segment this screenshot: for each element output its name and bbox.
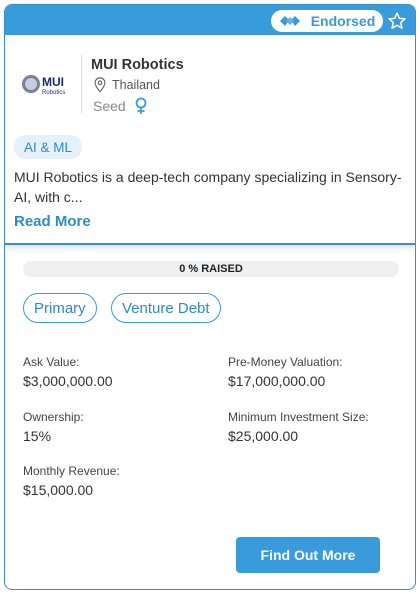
company-location: Thailand — [93, 77, 160, 93]
ownership-metric: Ownership: 15% — [23, 410, 84, 444]
company-stage: Seed — [93, 97, 148, 115]
startup-card: Endorsed MUI Robotics MUI Robotics Thail… — [4, 4, 416, 590]
read-more-link[interactable]: Read More — [14, 213, 91, 230]
endorsed-label: Endorsed — [310, 13, 376, 29]
pre-money-metric: Pre-Money Valuation: $17,000,000.00 — [228, 355, 343, 389]
svg-text:Robotics: Robotics — [42, 90, 65, 96]
company-panel: MUI Robotics MUI Robotics Thailand Seed … — [5, 35, 415, 245]
location-pin-icon — [94, 77, 106, 93]
pre-money-label: Pre-Money Valuation: — [228, 355, 343, 369]
min-investment-metric: Minimum Investment Size: $25,000.00 — [228, 410, 369, 444]
endorsed-handshake-icon — [279, 16, 300, 26]
monthly-revenue-value: $15,000.00 — [23, 482, 94, 498]
ownership-label: Ownership: — [23, 410, 84, 424]
stage-label: Seed — [93, 98, 126, 114]
monthly-revenue-metric: Monthly Revenue: $15,000.00 — [23, 464, 120, 498]
ask-value-label: Ask Value: — [23, 355, 80, 369]
card-header-bar: Endorsed — [5, 5, 415, 35]
female-founder-icon — [135, 97, 147, 114]
location-label: Thailand — [112, 78, 160, 92]
star-icon[interactable] — [387, 11, 407, 31]
raise-progress-label: 0 % RAISED — [179, 263, 243, 275]
company-logo: MUI Robotics — [18, 55, 82, 113]
ask-value-metric: Ask Value: $3,000,000.00 — [23, 355, 113, 389]
company-name[interactable]: MUI Robotics — [91, 57, 184, 73]
svg-text:MUI: MUI — [42, 75, 64, 89]
funding-type-primary[interactable]: Primary — [23, 293, 97, 323]
ask-value: $3,000,000.00 — [23, 373, 113, 389]
raise-progress-bar: 0 % RAISED — [23, 261, 399, 277]
company-description: MUI Robotics is a deep-tech company spec… — [14, 169, 402, 205]
min-investment-value: $25,000.00 — [228, 428, 299, 444]
pre-money-value: $17,000,000.00 — [228, 373, 326, 389]
ownership-value: 15% — [23, 428, 52, 444]
mui-robotics-logo: MUI Robotics — [21, 75, 65, 96]
sector-tag: AI & ML — [14, 135, 83, 159]
find-out-more-button[interactable]: Find Out More — [236, 537, 380, 573]
monthly-revenue-label: Monthly Revenue: — [23, 464, 120, 478]
funding-type-venture-debt[interactable]: Venture Debt — [111, 293, 221, 323]
min-investment-label: Minimum Investment Size: — [228, 410, 369, 424]
endorsed-badge: Endorsed — [271, 10, 383, 32]
